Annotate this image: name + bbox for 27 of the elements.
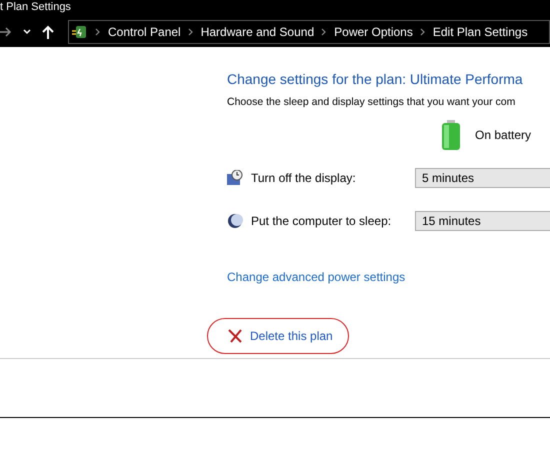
breadcrumb-item[interactable]: Edit Plan Settings [432,24,528,38]
chevron-right-icon [321,28,328,36]
breadcrumb-item[interactable]: Hardware and Sound [200,24,314,38]
breadcrumb-item[interactable]: Control Panel [108,24,181,38]
battery-icon [441,120,461,150]
address-bar[interactable]: Control Panel Hardware and Sound Power Options Edit Plan Settings [68,20,550,44]
column-header: On battery [475,128,532,142]
chevron-right-icon [420,28,426,36]
chevron-right-icon [188,28,194,36]
setting-label: Put the computer to sleep: [251,214,392,228]
dropdown[interactable]: 15 minutes [415,210,550,230]
cross-icon [228,329,242,343]
delete-plan-link[interactable]: Delete this plan [207,318,349,354]
monitor-clock-icon [227,170,243,186]
advanced-settings-link[interactable]: Change advanced power settings [227,270,406,284]
window-title: t Plan Settings [0,0,72,14]
setting-label: Turn off the display: [251,170,357,184]
forward-arrow-icon[interactable] [0,26,12,38]
moon-icon [227,212,243,228]
plan-heading: Change settings for the plan: Ultimate Performa [227,71,523,89]
plan-description: Choose the sleep and display settings that you want your com [227,96,516,108]
dropdown[interactable]: 5 minutes [415,168,550,188]
power-options-icon [72,24,88,40]
chevron-right-icon [95,28,101,36]
breadcrumb-item[interactable]: Power Options [334,24,413,38]
chevron-down-icon[interactable] [22,28,32,36]
up-arrow-icon[interactable] [42,24,54,38]
